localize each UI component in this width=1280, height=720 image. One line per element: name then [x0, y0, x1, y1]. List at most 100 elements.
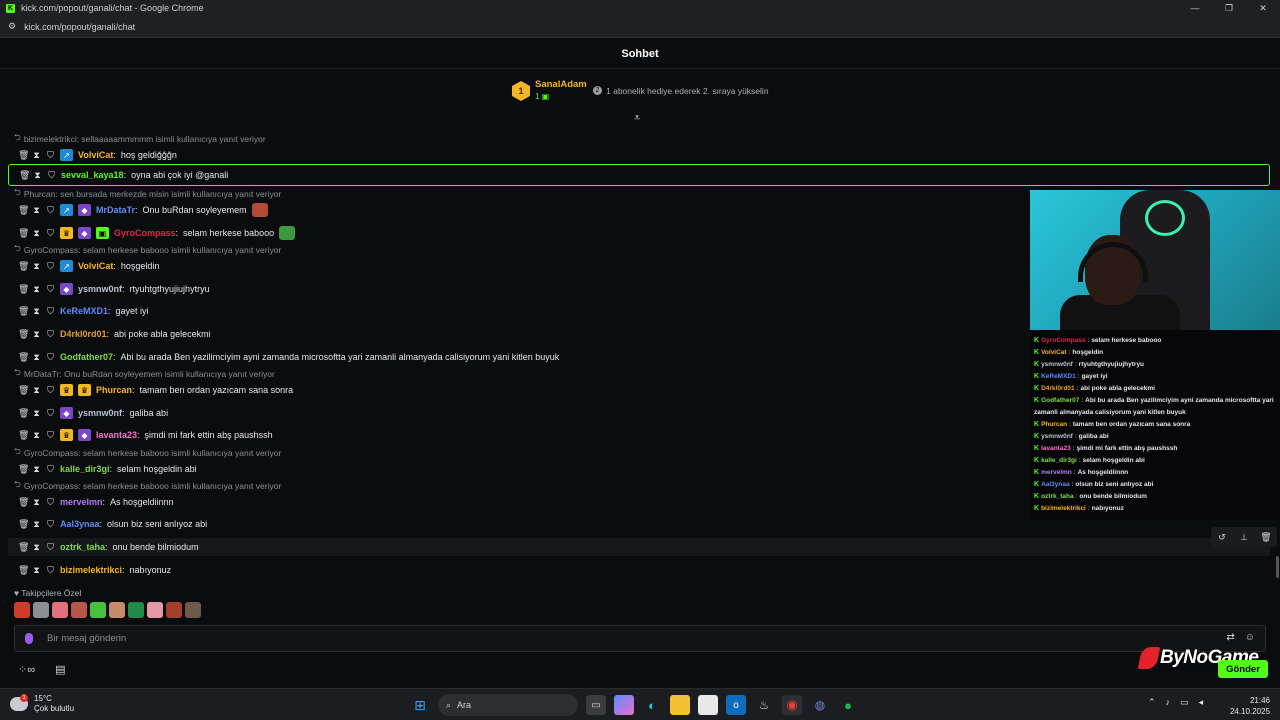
delete-icon[interactable]: 🗑: [19, 170, 30, 181]
username[interactable]: Godfather07: [60, 352, 113, 362]
username[interactable]: ysmnw0nf: [78, 408, 122, 418]
timeout-icon[interactable]: ⧗: [32, 385, 41, 396]
ban-icon[interactable]: ⛉: [46, 565, 55, 576]
emote-icon[interactable]: [14, 602, 30, 618]
copilot-icon[interactable]: [614, 695, 634, 715]
discord-icon[interactable]: ◍: [810, 695, 830, 715]
delete-icon[interactable]: 🗑: [18, 497, 29, 508]
username[interactable]: ysmnw0nf: [78, 284, 122, 294]
username[interactable]: GyroCompass: [114, 228, 176, 238]
chat-scrollbar[interactable]: [1276, 556, 1279, 578]
username[interactable]: lavanta23: [96, 430, 137, 440]
username[interactable]: sevval_kaya18: [61, 170, 124, 180]
timeout-icon[interactable]: ⧗: [32, 329, 41, 340]
chrome-icon[interactable]: ◉: [782, 695, 802, 715]
send-button[interactable]: Gönder: [1218, 660, 1268, 678]
ban-icon[interactable]: ⛉: [46, 430, 55, 441]
steam-icon[interactable]: ♨: [754, 695, 774, 715]
emote-icon[interactable]: [185, 602, 201, 618]
ban-icon[interactable]: ⛉: [46, 352, 55, 363]
username[interactable]: Phurcan: [96, 385, 132, 395]
username[interactable]: oztrk_taha: [60, 542, 105, 552]
username[interactable]: kalle_dir3gi: [60, 464, 110, 474]
username[interactable]: mervelmn: [60, 497, 103, 507]
timeout-icon[interactable]: ⧗: [32, 306, 41, 317]
timeout-icon[interactable]: ⧗: [32, 408, 41, 419]
emoji-icon[interactable]: ☺: [1245, 632, 1255, 643]
top-gifter-name[interactable]: SanalAdam: [535, 79, 587, 90]
minimize-icon[interactable]: —: [1178, 0, 1212, 16]
store-app-icon[interactable]: [698, 695, 718, 715]
username[interactable]: VolviCat: [78, 150, 113, 160]
timeout-icon[interactable]: ⧗: [32, 542, 41, 553]
timeout-icon[interactable]: ⧗: [32, 464, 41, 475]
emote-icon[interactable]: [90, 602, 106, 618]
delete-icon[interactable]: 🗑: [18, 352, 29, 363]
microphone-icon[interactable]: ♪: [1166, 697, 1171, 708]
clock[interactable]: 21:46 24.10.2025: [1226, 695, 1270, 717]
timeout-icon[interactable]: ⧗: [32, 352, 41, 363]
scroll-to-bottom-icon[interactable]: ⩡: [634, 112, 640, 125]
ban-icon[interactable]: ⛉: [46, 284, 55, 295]
delete-icon[interactable]: 🗑: [18, 565, 29, 576]
ban-icon[interactable]: ⛉: [46, 150, 55, 161]
close-icon[interactable]: ✕: [1246, 0, 1280, 16]
timeout-icon[interactable]: ⧗: [32, 205, 41, 216]
restore-icon[interactable]: ❐: [1212, 0, 1246, 16]
chevron-up-icon[interactable]: ⌃: [1148, 697, 1156, 708]
delete-icon[interactable]: 🗑: [18, 261, 29, 272]
username[interactable]: VolviCat: [78, 261, 113, 271]
username[interactable]: Aal3ynaa: [60, 519, 100, 529]
ban-icon[interactable]: ⛉: [46, 329, 55, 340]
points-infinity-icon[interactable]: ⁘∞: [18, 663, 35, 676]
delete-icon[interactable]: 🗑: [18, 284, 29, 295]
emote-icon[interactable]: [71, 602, 87, 618]
store-icon[interactable]: ▤: [55, 663, 65, 676]
ban-icon[interactable]: ⛉: [46, 519, 55, 530]
delete-icon[interactable]: 🗑: [18, 329, 29, 340]
timeout-icon[interactable]: ⧗: [33, 170, 42, 181]
timeout-icon[interactable]: ⧗: [32, 430, 41, 441]
delete-icon[interactable]: 🗑: [18, 430, 29, 441]
ban-icon[interactable]: ⛉: [47, 170, 56, 181]
username[interactable]: bizimelektrikci: [60, 565, 122, 575]
delete-icon[interactable]: 🗑: [18, 205, 29, 216]
emote-icon[interactable]: [33, 602, 49, 618]
ban-icon[interactable]: ⛉: [46, 497, 55, 508]
reply-icon[interactable]: ↺: [1211, 527, 1233, 547]
ban-icon[interactable]: ⛉: [46, 385, 55, 396]
translate-icon[interactable]: ⇄: [1226, 632, 1234, 643]
delete-icon[interactable]: 🗑: [18, 150, 29, 161]
delete-icon[interactable]: 🗑: [18, 464, 29, 475]
ban-icon[interactable]: ⛉: [46, 542, 55, 553]
emote-icon[interactable]: [166, 602, 182, 618]
username[interactable]: MrDataTr: [96, 205, 135, 215]
task-view-icon[interactable]: ▭: [586, 695, 606, 715]
ban-icon[interactable]: ⛉: [46, 261, 55, 272]
delete-icon[interactable]: 🗑: [18, 408, 29, 419]
ban-icon[interactable]: ⛉: [46, 205, 55, 216]
ban-icon[interactable]: ⛉: [46, 464, 55, 475]
timeout-icon[interactable]: ⧗: [32, 497, 41, 508]
ban-icon[interactable]: ⛉: [46, 408, 55, 419]
delete-icon[interactable]: 🗑: [18, 542, 29, 553]
timeout-icon[interactable]: ⧗: [32, 261, 41, 272]
username[interactable]: D4rkl0rd01: [60, 329, 107, 339]
mic-icon[interactable]: [25, 633, 33, 644]
delete-icon[interactable]: 🗑: [1255, 527, 1277, 547]
edge-icon[interactable]: ◐: [642, 695, 662, 715]
emote-icon[interactable]: [128, 602, 144, 618]
delete-icon[interactable]: 🗑: [18, 306, 29, 317]
username[interactable]: KeReMXD1: [60, 306, 108, 316]
ban-icon[interactable]: ⛉: [46, 228, 55, 239]
weather-widget[interactable]: 1 15°C Çok bulutlu: [10, 694, 74, 714]
delete-icon[interactable]: 🗑: [18, 385, 29, 396]
emote-icon[interactable]: [52, 602, 68, 618]
ban-icon[interactable]: ⛉: [46, 306, 55, 317]
pin-icon[interactable]: ⊥: [1233, 527, 1255, 547]
timeout-icon[interactable]: ⧗: [32, 150, 41, 161]
address-bar[interactable]: ⚙ kick.com/popout/ganali/chat: [0, 16, 1280, 38]
spotify-icon[interactable]: ●: [838, 695, 858, 715]
timeout-icon[interactable]: ⧗: [32, 519, 41, 530]
site-settings-icon[interactable]: ⚙: [8, 21, 16, 32]
